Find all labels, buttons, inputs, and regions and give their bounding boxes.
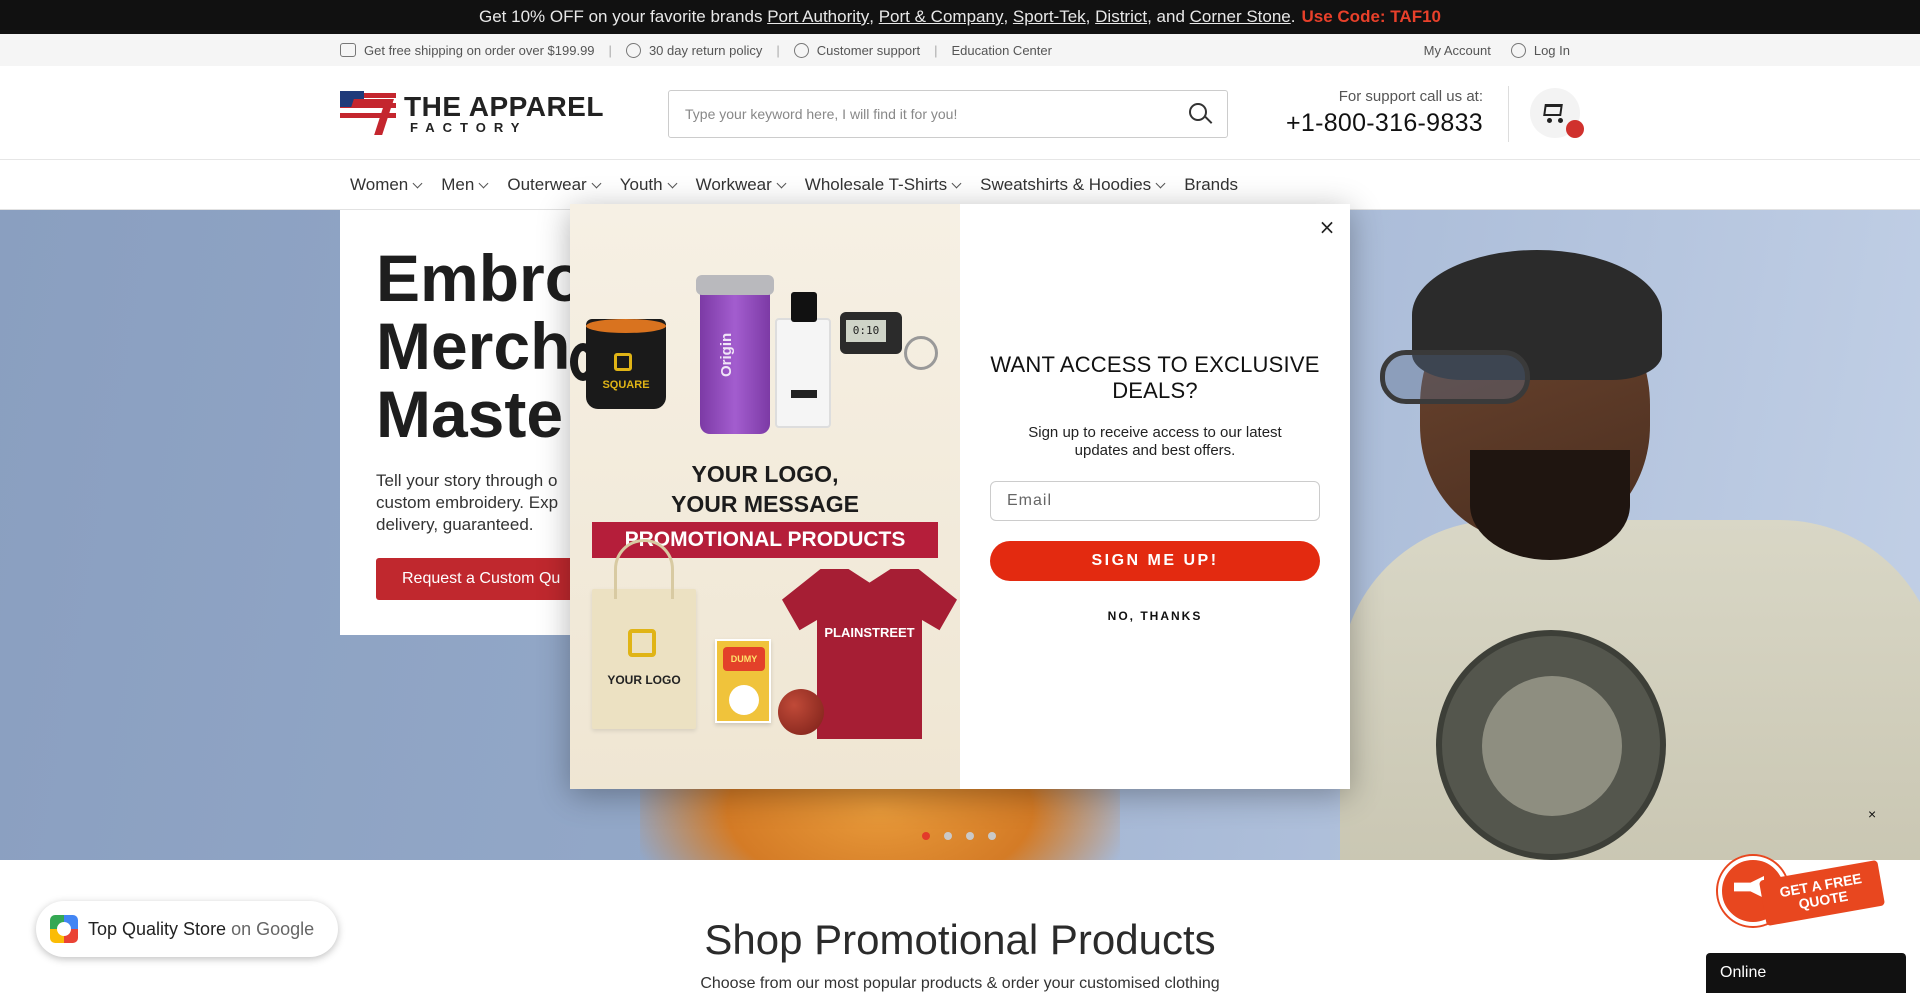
comic-product: DUMY xyxy=(715,639,771,723)
signup-form: × WANT ACCESS TO EXCLUSIVE DEALS? Sign u… xyxy=(960,204,1350,789)
keychain-product: 0:10 xyxy=(840,312,938,370)
newsletter-modal: SQUARE Origin 0:10 YOUR LOGO, YOUR MESSAG… xyxy=(570,204,1350,789)
promo-title-line: YOUR MESSAGE xyxy=(671,491,859,517)
tshirt-text: PLAINSTREET xyxy=(824,625,915,640)
modal-heading: WANT ACCESS TO EXCLUSIVE DEALS? xyxy=(990,352,1320,403)
tumbler-text: Origin xyxy=(718,332,735,377)
promo-title-line: YOUR LOGO, xyxy=(691,461,839,487)
modal-subtext: Sign up to receive access to our latest … xyxy=(1028,424,1282,459)
ball-product xyxy=(778,689,824,735)
promo-image: SQUARE Origin 0:10 YOUR LOGO, YOUR MESSAG… xyxy=(570,204,960,789)
mug-product: SQUARE xyxy=(570,319,666,409)
no-thanks-button[interactable]: NO, THANKS xyxy=(990,609,1320,623)
sign-up-button[interactable]: SIGN ME UP! xyxy=(990,541,1320,581)
keychain-screen: 0:10 xyxy=(846,320,886,342)
tumbler-product: Origin xyxy=(696,275,774,434)
mug-text: SQUARE xyxy=(602,379,650,391)
comic-text: DUMY xyxy=(723,647,765,671)
tote-text: YOUR LOGO xyxy=(607,673,681,687)
promo-title: YOUR LOGO, YOUR MESSAGE xyxy=(570,459,960,519)
close-icon[interactable]: × xyxy=(1318,217,1336,237)
bottle-product xyxy=(775,292,831,428)
email-field[interactable] xyxy=(990,481,1320,521)
tote-product: YOUR LOGO xyxy=(592,539,696,729)
